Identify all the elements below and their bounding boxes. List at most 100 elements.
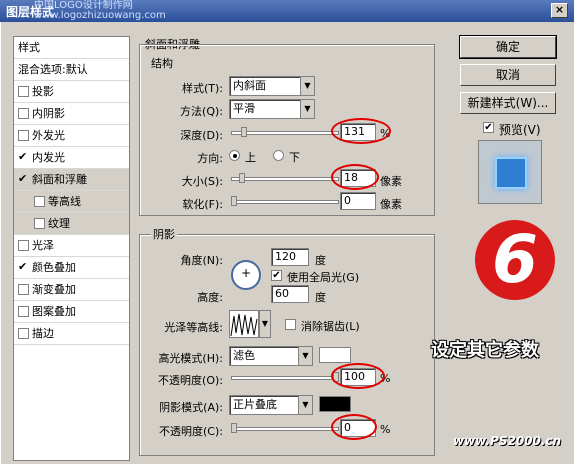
style-list-item[interactable]: ✔ 颜色叠加	[14, 257, 129, 279]
global-light-checkbox[interactable]: ✔	[271, 270, 282, 281]
size-unit: 像素	[380, 175, 402, 188]
style-checkbox[interactable]	[34, 195, 45, 207]
direction-up-label: 上	[245, 151, 256, 164]
close-icon: ×	[554, 3, 565, 16]
style-checkbox[interactable]	[18, 107, 29, 119]
style-list-item[interactable]: 纹理	[14, 213, 129, 235]
structure-title: 结构	[151, 55, 173, 71]
style-checkbox[interactable]	[18, 239, 29, 251]
technique-label: 方法(Q):	[180, 105, 223, 118]
style-list-label: 等高线	[48, 195, 81, 208]
direction-up-radio[interactable]	[229, 150, 240, 161]
size-slider[interactable]	[231, 177, 339, 181]
shadow-opacity-unit: %	[380, 423, 391, 436]
contour-dropdown[interactable]: ▼	[259, 310, 271, 338]
style-checkbox[interactable]	[18, 283, 29, 295]
soften-slider[interactable]	[231, 200, 339, 204]
style-list-item[interactable]: 描边	[14, 323, 129, 345]
size-label: 大小(S):	[181, 175, 223, 188]
style-checkbox[interactable]	[34, 217, 45, 229]
soften-unit: 像素	[380, 198, 402, 211]
step-caption: 设定其它参数	[431, 340, 539, 361]
style-checkbox[interactable]	[18, 327, 29, 339]
chevron-down-icon: ▼	[298, 347, 312, 365]
preview-swatch	[495, 157, 527, 189]
shadow-mode-select[interactable]: 正片叠底 ▼	[229, 395, 313, 415]
cancel-button[interactable]: 取消	[460, 64, 556, 86]
highlight-ring	[331, 118, 391, 144]
style-checkbox[interactable]	[18, 129, 29, 141]
style-select[interactable]: 内斜面 ▼	[229, 76, 315, 96]
checkmark-icon[interactable]: ✔	[18, 256, 29, 278]
soften-slider-thumb[interactable]	[231, 196, 237, 206]
style-list-label: 内阴影	[32, 107, 65, 120]
soften-label: 软化(F):	[182, 198, 223, 211]
style-list-item[interactable]: 外发光	[14, 125, 129, 147]
title-bar: 图层样式 中国LOGO设计制作网 www.logozhizuowang.com …	[0, 0, 574, 22]
preview-label: 预览(V)	[499, 123, 541, 137]
checkmark-icon[interactable]: ✔	[18, 146, 29, 168]
style-preview	[478, 140, 542, 204]
highlight-mode-select[interactable]: 滤色 ▼	[229, 346, 313, 366]
style-list-label: 颜色叠加	[32, 261, 76, 274]
depth-slider-thumb[interactable]	[241, 127, 247, 137]
shadow-color-swatch[interactable]	[319, 396, 351, 412]
technique-select[interactable]: 平滑 ▼	[229, 99, 315, 119]
anti-alias-checkbox[interactable]	[285, 319, 296, 330]
contour-curve-icon	[230, 313, 258, 337]
direction-down-radio[interactable]	[273, 150, 284, 161]
altitude-unit: 度	[315, 291, 326, 304]
style-list-label: 斜面和浮雕	[32, 173, 87, 186]
shadow-opacity-thumb[interactable]	[231, 423, 237, 433]
style-checkbox[interactable]	[18, 85, 29, 97]
preview-checkbox[interactable]: ✔	[483, 122, 494, 133]
blend-options-item[interactable]: 混合选项:默认	[14, 59, 129, 81]
style-list-item[interactable]: 光泽	[14, 235, 129, 257]
style-list-label: 渐变叠加	[32, 283, 76, 296]
angle-dial[interactable]	[231, 260, 261, 290]
styles-list: 样式 混合选项:默认 投影 内阴影 外发光 ✔ 内发光 ✔ 斜面和浮雕 等高线 纹理 光泽 ✔ 颜色叠…	[13, 36, 130, 461]
style-list-item[interactable]: 渐变叠加	[14, 279, 129, 301]
highlight-opacity-slider[interactable]	[231, 376, 339, 380]
style-list-label: 图案叠加	[32, 305, 76, 318]
direction-label: 方向:	[197, 152, 223, 165]
style-label: 样式(T):	[181, 82, 223, 95]
angle-input[interactable]: 120	[271, 248, 309, 266]
style-list-item[interactable]: ✔ 斜面和浮雕	[14, 169, 129, 191]
style-list-label: 投影	[32, 85, 54, 98]
soften-input[interactable]: 0	[340, 192, 376, 210]
altitude-input[interactable]: 60	[271, 285, 309, 303]
style-list-item[interactable]: 等高线	[14, 191, 129, 213]
close-button[interactable]: ×	[551, 3, 568, 18]
global-light-label: 使用全局光(G)	[287, 271, 360, 284]
ok-button[interactable]: 确定	[459, 35, 557, 59]
style-list-item[interactable]: 投影	[14, 81, 129, 103]
style-checkbox[interactable]	[18, 305, 29, 317]
altitude-label: 高度:	[197, 291, 223, 304]
style-list-item[interactable]: 内阴影	[14, 103, 129, 125]
styles-header[interactable]: 样式	[14, 37, 129, 59]
chevron-down-icon: ▼	[298, 396, 312, 414]
gloss-contour-preview[interactable]	[229, 310, 259, 338]
highlight-opacity-label: 不透明度(O):	[158, 374, 223, 387]
gloss-contour-label: 光泽等高线:	[164, 321, 223, 334]
size-slider-thumb[interactable]	[239, 173, 245, 183]
watermark-line2: www.logozhizuowang.com	[34, 10, 166, 21]
depth-slider[interactable]	[231, 131, 339, 135]
shadow-mode-label: 阴影模式(A):	[159, 401, 223, 414]
style-list-label: 纹理	[48, 217, 70, 230]
style-list-item[interactable]: 图案叠加	[14, 301, 129, 323]
new-style-button[interactable]: 新建样式(W)...	[460, 92, 556, 114]
shadow-opacity-slider[interactable]	[231, 427, 339, 431]
highlight-ring	[331, 414, 377, 440]
chevron-down-icon: ▼	[300, 77, 314, 95]
shadow-opacity-label: 不透明度(C):	[159, 425, 223, 438]
highlight-color-swatch[interactable]	[319, 347, 351, 363]
style-list-label: 外发光	[32, 129, 65, 142]
checkmark-icon[interactable]: ✔	[18, 168, 29, 190]
highlight-mode-label: 高光模式(H):	[158, 352, 223, 365]
bevel-emboss-panel: 斜面和浮雕 结构 样式(T): 内斜面 ▼ 方法(Q): 平滑 ▼ 深度(D): 1…	[137, 36, 441, 461]
style-list-item[interactable]: ✔ 内发光	[14, 147, 129, 169]
angle-unit: 度	[315, 254, 326, 267]
style-list-label: 光泽	[32, 239, 54, 252]
